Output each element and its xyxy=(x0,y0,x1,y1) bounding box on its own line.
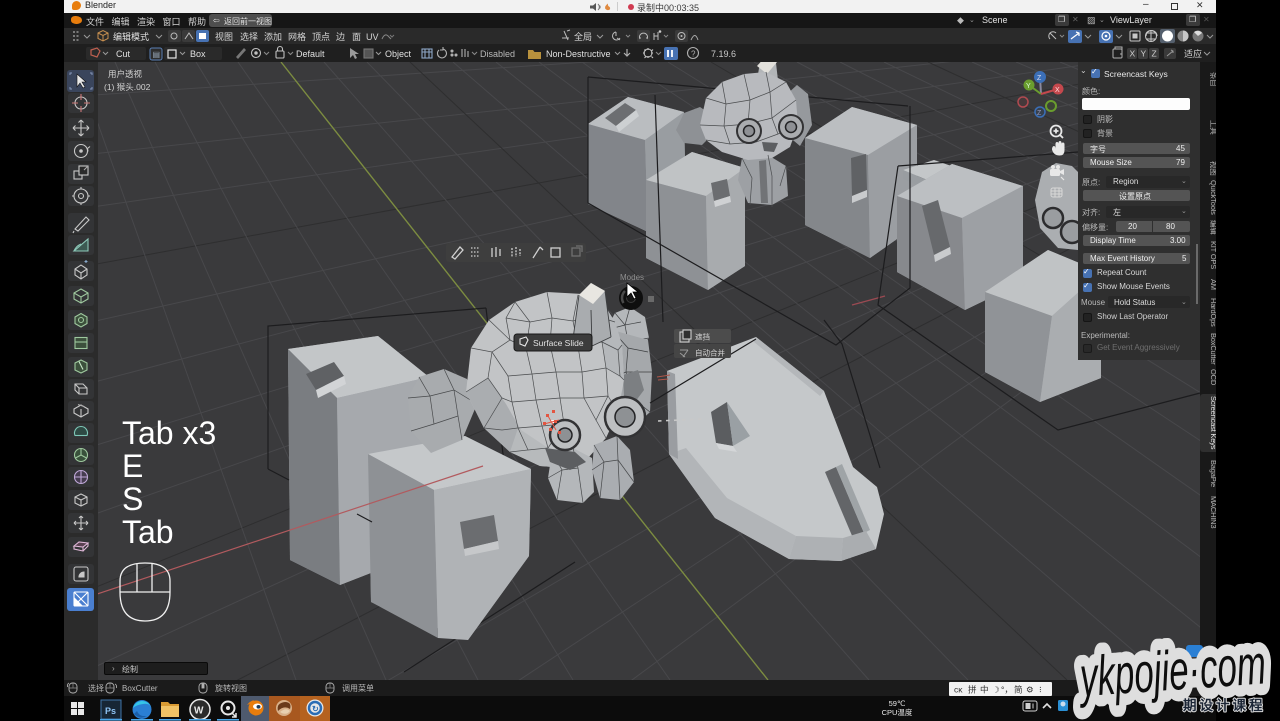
svg-text:Y: Y xyxy=(1026,83,1031,90)
svg-text:BoxCutter: BoxCutter xyxy=(122,684,158,693)
svg-text:Z: Z xyxy=(1152,49,1157,59)
svg-text:Box: Box xyxy=(190,49,206,59)
svg-text:工具: 工具 xyxy=(1209,120,1216,135)
svg-text:(1) 猴头.002: (1) 猴头.002 xyxy=(104,82,151,92)
svg-text:X: X xyxy=(1055,87,1060,94)
svg-text:调用菜单: 调用菜单 xyxy=(342,683,374,693)
svg-text:UV: UV xyxy=(366,32,379,42)
svg-text:边: 边 xyxy=(336,32,345,42)
svg-text:Cut: Cut xyxy=(116,49,131,59)
svg-text:Ps: Ps xyxy=(105,706,116,716)
svg-text:X: X xyxy=(1130,49,1136,59)
svg-text:适应: 适应 xyxy=(1184,48,1202,59)
svg-text:用户透视: 用户透视 xyxy=(108,69,143,79)
svg-text:Non-Destructive: Non-Destructive xyxy=(546,49,611,59)
svg-text:编辑: 编辑 xyxy=(1209,220,1216,235)
svg-text:网格: 网格 xyxy=(288,31,306,42)
svg-text:自动合并: 自动合并 xyxy=(695,348,725,358)
svg-text:Screencast Keys: Screencast Keys xyxy=(1209,396,1216,450)
svg-text:↻: ↻ xyxy=(312,705,319,714)
svg-text:Y: Y xyxy=(1141,49,1147,59)
svg-text:AM: AM xyxy=(1209,279,1216,290)
svg-text:全局: 全局 xyxy=(574,31,592,42)
svg-text:BoxCutter: BoxCutter xyxy=(1209,333,1216,365)
svg-text:QuickTools: QuickTools xyxy=(1209,180,1216,215)
svg-text:Object: Object xyxy=(385,49,412,59)
svg-text:Tab: Tab xyxy=(122,514,174,550)
svg-text:KIT OPS: KIT OPS xyxy=(1209,241,1216,269)
svg-text:顶点: 顶点 xyxy=(312,32,330,42)
svg-text:选择: 选择 xyxy=(240,31,258,42)
svg-text:Default: Default xyxy=(296,49,325,59)
svg-text:期设计课程: 期设计课程 xyxy=(1183,697,1266,713)
svg-text:Modes: Modes xyxy=(620,273,644,282)
svg-text:MACHIN3: MACHIN3 xyxy=(1209,496,1216,528)
svg-text:编辑模式: 编辑模式 xyxy=(113,31,149,42)
svg-text:Tab x3: Tab x3 xyxy=(122,415,216,451)
svg-text:ykpojie·com: ykpojie·com xyxy=(1075,632,1267,708)
svg-text:S: S xyxy=(122,481,143,517)
svg-text:▤: ▤ xyxy=(153,50,161,59)
svg-text:7.19.6: 7.19.6 xyxy=(711,49,736,59)
svg-text:HardOps: HardOps xyxy=(1209,298,1216,327)
svg-text:Surface Slide: Surface Slide xyxy=(533,338,584,348)
svg-text:添加: 添加 xyxy=(264,32,282,42)
svg-text:CPU温度: CPU温度 xyxy=(882,707,913,717)
svg-text:W: W xyxy=(194,706,204,717)
svg-text:Disabled: Disabled xyxy=(480,49,515,59)
svg-text:OCD: OCD xyxy=(1209,369,1216,386)
svg-text:?: ? xyxy=(691,50,696,59)
svg-text:视图: 视图 xyxy=(1209,161,1216,176)
svg-text:选择: 选择 xyxy=(88,683,104,693)
svg-text:Z: Z xyxy=(1037,110,1042,117)
svg-text:遮挡: 遮挡 xyxy=(695,332,710,342)
svg-text:面: 面 xyxy=(352,32,361,42)
svg-text:视图: 视图 xyxy=(215,31,233,42)
svg-text:旋转视图: 旋转视图 xyxy=(215,683,247,693)
svg-text:Z: Z xyxy=(1037,75,1042,82)
svg-text:59℃: 59℃ xyxy=(889,699,906,708)
svg-text:E: E xyxy=(122,448,143,484)
svg-text:条目: 条目 xyxy=(1209,72,1216,87)
svg-text:BagaPie: BagaPie xyxy=(1209,460,1216,487)
